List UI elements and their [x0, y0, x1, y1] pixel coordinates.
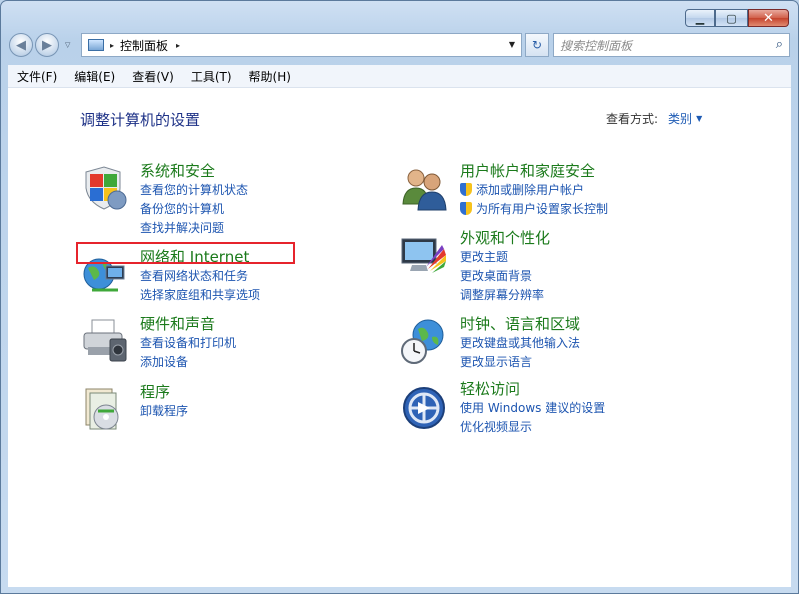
menu-help[interactable]: 帮助(H)	[240, 68, 299, 85]
menu-tools[interactable]: 工具(T)	[182, 68, 240, 85]
link-change-keyboard[interactable]: 更改键盘或其他输入法	[460, 334, 580, 351]
minimize-button[interactable]: ▁	[685, 9, 715, 27]
clock-globe-icon[interactable]	[400, 317, 448, 365]
category-title[interactable]: 用户帐户和家庭安全	[460, 160, 595, 181]
printer-icon[interactable]	[80, 317, 128, 365]
category-title[interactable]: 轻松访问	[460, 378, 520, 399]
link-optimize-display[interactable]: 优化视频显示	[460, 418, 532, 435]
breadcrumb-control-panel[interactable]: 控制面板	[120, 37, 168, 54]
link-view-computer-status[interactable]: 查看您的计算机状态	[140, 181, 248, 198]
view-by-label: 查看方式:	[606, 112, 659, 126]
breadcrumb-trail-icon[interactable]: ▸	[176, 41, 180, 50]
category-title[interactable]: 时钟、语言和区域	[460, 313, 580, 334]
category-system-security: 系统和安全 查看您的计算机状态 备份您的计算机 查找并解决问题	[80, 160, 340, 236]
link-windows-recommended-settings[interactable]: 使用 Windows 建议的设置	[460, 399, 605, 416]
category-appearance: 外观和个性化 更改主题 更改桌面背景 调整屏幕分辨率	[400, 227, 700, 303]
category-clock-language: 时钟、语言和区域 更改键盘或其他输入法 更改显示语言	[400, 313, 700, 373]
category-title[interactable]: 程序	[140, 381, 170, 402]
category-title[interactable]: 系统和安全	[140, 160, 215, 181]
search-placeholder: 搜索控制面板	[560, 38, 633, 53]
address-dropdown-icon[interactable]: ▼	[509, 40, 515, 49]
back-button[interactable]: ◀	[9, 33, 33, 57]
link-add-device[interactable]: 添加设备	[140, 353, 188, 370]
link-add-remove-accounts[interactable]: 添加或删除用户帐户	[460, 181, 584, 198]
users-icon[interactable]	[400, 164, 448, 212]
uac-shield-icon	[460, 183, 472, 196]
menu-bar: 文件(F) 编辑(E) 查看(V) 工具(T) 帮助(H)	[8, 65, 791, 88]
address-bar[interactable]: ▸ 控制面板 ▸ ▼	[81, 33, 522, 57]
search-icon[interactable]: ⌕	[776, 37, 783, 52]
link-homegroup-sharing[interactable]: 选择家庭组和共享选项	[140, 286, 260, 303]
shield-icon[interactable]	[80, 164, 128, 212]
menu-view[interactable]: 查看(V)	[123, 68, 182, 85]
category-hardware-sound: 硬件和声音 查看设备和打印机 添加设备	[80, 313, 340, 373]
link-screen-resolution[interactable]: 调整屏幕分辨率	[460, 286, 544, 303]
recent-pages-dropdown[interactable]: ▽	[65, 41, 70, 49]
page-title: 调整计算机的设置	[80, 111, 201, 129]
refresh-button[interactable]: ↻	[525, 33, 549, 57]
category-title[interactable]: 硬件和声音	[140, 313, 215, 334]
uac-shield-icon	[460, 202, 472, 215]
link-display-language[interactable]: 更改显示语言	[460, 353, 532, 370]
control-panel-icon	[88, 39, 104, 51]
link-change-theme[interactable]: 更改主题	[460, 248, 508, 265]
category-ease-of-access: 轻松访问 使用 Windows 建议的设置 优化视频显示	[400, 378, 700, 438]
red-highlight-box	[76, 242, 295, 264]
caption-buttons: ▁ ▢ ✕	[685, 9, 789, 28]
menu-file[interactable]: 文件(F)	[8, 68, 65, 85]
category-title[interactable]: 外观和个性化	[460, 227, 550, 248]
maximize-button[interactable]: ▢	[715, 9, 748, 27]
view-by-value[interactable]: 类别	[668, 112, 692, 126]
ease-of-access-icon[interactable]	[400, 382, 448, 430]
view-by-dropdown-icon[interactable]: ▼	[696, 114, 702, 123]
category-programs: 程序 卸载程序	[80, 381, 340, 431]
link-troubleshoot[interactable]: 查找并解决问题	[140, 219, 224, 236]
breadcrumb-separator-icon[interactable]: ▸	[110, 41, 114, 50]
link-devices-printers[interactable]: 查看设备和打印机	[140, 334, 236, 351]
view-by: 查看方式: 类别 ▼	[606, 110, 702, 127]
programs-icon[interactable]	[80, 385, 128, 433]
category-user-accounts: 用户帐户和家庭安全 添加或删除用户帐户 为所有用户设置家长控制	[400, 160, 700, 220]
link-backup-computer[interactable]: 备份您的计算机	[140, 200, 224, 217]
navigation-bar: ◀ ▶ ▽ ▸ 控制面板 ▸ ▼ ↻ 搜索控制面板 ⌕	[9, 31, 790, 61]
link-network-status[interactable]: 查看网络状态和任务	[140, 267, 248, 284]
link-parental-controls[interactable]: 为所有用户设置家长控制	[460, 200, 608, 217]
link-desktop-background[interactable]: 更改桌面背景	[460, 267, 532, 284]
forward-button[interactable]: ▶	[35, 33, 59, 57]
search-input[interactable]: 搜索控制面板 ⌕	[553, 33, 790, 57]
close-button[interactable]: ✕	[748, 9, 789, 27]
link-uninstall-program[interactable]: 卸载程序	[140, 402, 188, 419]
appearance-icon[interactable]	[400, 231, 448, 279]
control-panel-window: ▁ ▢ ✕ ◀ ▶ ▽ ▸ 控制面板 ▸ ▼ ↻ 搜索控制面板 ⌕ 文件(F) …	[0, 0, 799, 594]
content-area: 调整计算机的设置 查看方式: 类别 ▼ 系统和安全 查看您的计算机状态 备份您的计算…	[8, 88, 791, 587]
menu-edit[interactable]: 编辑(E)	[65, 68, 123, 85]
